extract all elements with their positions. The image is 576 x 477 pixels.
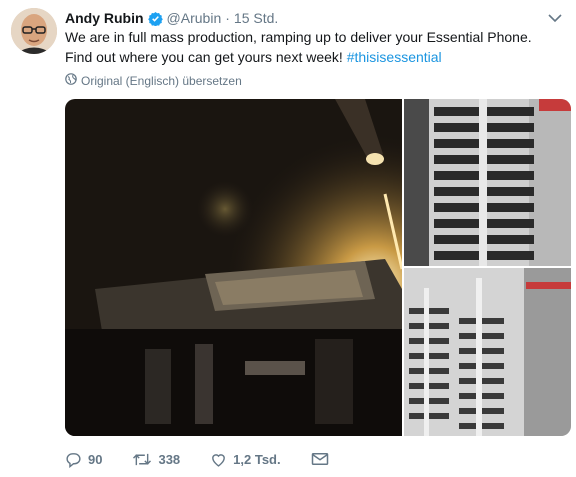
- tweet: Andy Rubin @Arubin · 15 Std. We are in f…: [0, 0, 576, 477]
- tweet-timestamp[interactable]: 15 Std.: [234, 10, 278, 26]
- translate-label: Original (Englisch) übersetzen: [81, 73, 242, 88]
- media-grid: [65, 99, 571, 436]
- reply-button[interactable]: 90: [65, 451, 102, 468]
- chevron-down-icon[interactable]: [548, 10, 562, 28]
- tweet-header: Andy Rubin @Arubin · 15 Std.: [65, 8, 278, 28]
- author-handle[interactable]: @Arubin: [167, 10, 222, 26]
- hashtag-link[interactable]: #thisisessential: [347, 49, 442, 65]
- media-image-bottom-right[interactable]: [404, 268, 571, 436]
- avatar-image: [11, 8, 57, 54]
- direct-message-button[interactable]: [311, 452, 329, 466]
- globe-icon: [65, 73, 77, 88]
- header-separator: ·: [225, 10, 230, 26]
- media-image-top-right[interactable]: [404, 99, 571, 266]
- reply-count: 90: [88, 451, 103, 467]
- translate-link[interactable]: Original (Englisch) übersetzen: [65, 73, 242, 88]
- reply-icon: [65, 451, 82, 468]
- retweet-count: 338: [158, 451, 181, 467]
- direct-message-icon: [311, 452, 329, 466]
- tweet-text: We are in full mass production, ramping …: [65, 27, 555, 67]
- author-name[interactable]: Andy Rubin: [65, 10, 144, 26]
- media-image-main[interactable]: [65, 99, 402, 436]
- like-icon: [210, 451, 227, 468]
- tweet-text-body: We are in full mass production, ramping …: [65, 29, 532, 65]
- retweet-icon: [132, 451, 152, 468]
- tweet-actions: 90 338 1,2 Tsd.: [65, 448, 359, 470]
- like-count: 1,2 Tsd.: [233, 451, 281, 467]
- like-button[interactable]: 1,2 Tsd.: [210, 451, 281, 468]
- avatar[interactable]: [11, 8, 57, 54]
- retweet-button[interactable]: 338: [132, 451, 180, 468]
- verified-badge-icon: [147, 11, 163, 26]
